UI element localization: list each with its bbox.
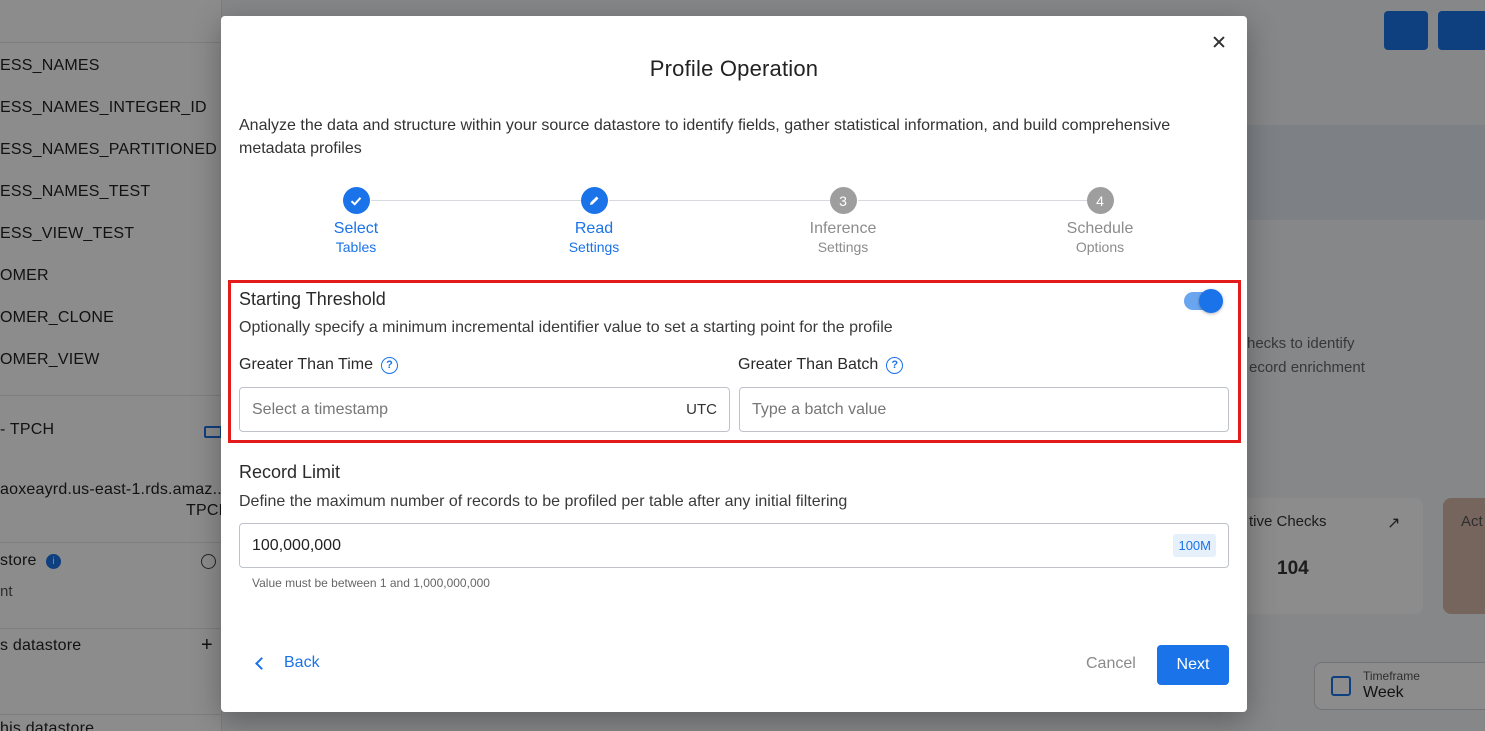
greater-than-batch-label: Greater Than Batch ?	[738, 356, 904, 374]
dialog-description: Analyze the data and structure within yo…	[239, 117, 1171, 157]
profile-operation-dialog: Profile Operation Analyze the data and s…	[221, 16, 1247, 712]
dialog-title: Profile Operation	[649, 56, 819, 81]
step-inference-settings[interactable]: 3 Inference Settings	[763, 187, 923, 255]
utc-suffix: UTC	[686, 401, 717, 418]
greater-than-batch-field[interactable]	[739, 387, 1229, 432]
step-label: Select	[333, 220, 379, 237]
step-sublabel: Tables	[335, 239, 377, 255]
step-label: Read	[574, 220, 614, 237]
back-label: Back	[284, 654, 320, 671]
step-number: 4	[1086, 187, 1114, 214]
batch-input[interactable]	[752, 400, 1216, 419]
timestamp-input[interactable]	[252, 400, 687, 419]
greater-than-time-label: Greater Than Time ?	[239, 356, 398, 374]
step-label: Inference	[809, 220, 877, 237]
help-icon[interactable]: ?	[380, 356, 398, 374]
greater-than-time-field[interactable]: UTC	[239, 387, 730, 432]
field-label-text: Greater Than Batch	[738, 356, 879, 373]
cancel-button[interactable]: Cancel	[1086, 655, 1136, 673]
record-limit-hint: Value must be between 1 and 1,000,000,00…	[252, 576, 490, 590]
back-button[interactable]: Back	[255, 654, 320, 672]
step-schedule-options[interactable]: 4 Schedule Options	[1020, 187, 1180, 255]
starting-threshold-toggle[interactable]	[1184, 289, 1223, 313]
step-label: Schedule	[1066, 220, 1134, 237]
record-limit-field[interactable]: 100M	[239, 523, 1229, 568]
record-limit-badge: 100M	[1173, 534, 1216, 557]
chevron-left-icon	[255, 657, 268, 670]
step-select-tables[interactable]: Select Tables	[276, 187, 436, 255]
step-sublabel: Settings	[568, 239, 620, 255]
pencil-icon	[580, 187, 608, 214]
help-icon[interactable]: ?	[886, 356, 904, 374]
next-button[interactable]: Next	[1157, 645, 1229, 685]
close-icon[interactable]	[1209, 32, 1229, 52]
step-sublabel: Options	[1075, 239, 1125, 255]
starting-threshold-title: Starting Threshold	[239, 289, 386, 309]
step-number: 3	[829, 187, 857, 214]
step-sublabel: Settings	[817, 239, 869, 255]
record-limit-input[interactable]	[252, 536, 1174, 555]
step-read-settings[interactable]: Read Settings	[514, 187, 674, 255]
toggle-knob	[1199, 289, 1223, 313]
starting-threshold-description: Optionally specify a minimum incremental…	[239, 319, 893, 336]
check-icon	[342, 187, 370, 214]
field-label-text: Greater Than Time	[239, 356, 373, 373]
record-limit-description: Define the maximum number of records to …	[239, 493, 848, 510]
record-limit-title: Record Limit	[239, 462, 341, 482]
